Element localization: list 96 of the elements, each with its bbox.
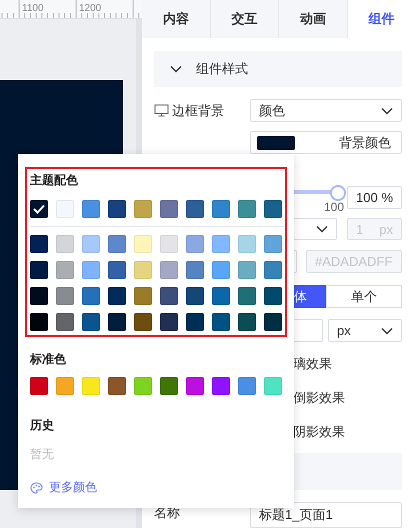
color-swatch[interactable] xyxy=(56,200,74,218)
chevron-down-icon xyxy=(381,326,393,334)
effect-label: 阴影效果 xyxy=(293,423,345,441)
color-swatch[interactable] xyxy=(238,235,256,253)
opacity-slider[interactable] xyxy=(293,184,346,200)
picker-heading: 历史 xyxy=(30,417,55,433)
color-swatch[interactable] xyxy=(160,287,178,305)
slider-value: 100 xyxy=(324,200,344,214)
segment-option[interactable]: 体 xyxy=(293,285,326,308)
panel-tab[interactable]: 内容 xyxy=(142,0,210,38)
color-swatch[interactable] xyxy=(160,200,178,218)
color-swatch[interactable] xyxy=(56,377,74,395)
color-swatch[interactable] xyxy=(108,261,126,279)
monitor-icon xyxy=(154,104,169,117)
color-swatch[interactable] xyxy=(212,313,230,331)
color-swatch[interactable] xyxy=(82,313,100,331)
color-swatch[interactable] xyxy=(264,377,282,395)
color-swatch[interactable] xyxy=(134,235,152,253)
color-swatch[interactable] xyxy=(56,287,74,305)
name-input[interactable]: 标题1_页面1 xyxy=(250,502,402,528)
panel-tab[interactable]: 组件 xyxy=(348,0,415,38)
unit-select[interactable]: px xyxy=(328,319,402,342)
color-swatch[interactable] xyxy=(264,313,282,331)
color-swatch[interactable] xyxy=(160,261,178,279)
check-icon xyxy=(33,204,45,214)
effect-label: 倒影效果 xyxy=(293,389,345,407)
size-input[interactable] xyxy=(293,319,323,342)
opacity-input[interactable]: 100 % xyxy=(347,186,402,209)
panel-tab[interactable]: 交互 xyxy=(210,0,279,38)
slider-thumb[interactable] xyxy=(330,185,346,201)
color-swatch[interactable] xyxy=(82,235,100,253)
color-swatch[interactable] xyxy=(108,235,126,253)
color-swatch[interactable] xyxy=(82,287,100,305)
color-swatch[interactable] xyxy=(108,287,126,305)
color-swatch[interactable] xyxy=(264,235,282,253)
color-swatch[interactable] xyxy=(238,200,256,218)
color-swatch[interactable] xyxy=(186,200,204,218)
color-swatch[interactable] xyxy=(82,377,100,395)
color-swatch[interactable] xyxy=(56,261,74,279)
color-swatch[interactable] xyxy=(82,261,100,279)
color-swatch[interactable] xyxy=(186,235,204,253)
color-swatch[interactable] xyxy=(30,287,48,305)
palette-icon xyxy=(30,482,43,494)
color-swatch[interactable] xyxy=(212,377,230,395)
color-swatch[interactable] xyxy=(82,200,100,218)
color-swatch[interactable] xyxy=(108,313,126,331)
color-swatch[interactable] xyxy=(30,377,48,395)
color-swatch[interactable] xyxy=(238,377,256,395)
more-colors-link[interactable]: 更多颜色 xyxy=(30,479,287,496)
color-swatch[interactable] xyxy=(108,200,126,218)
color-swatch[interactable] xyxy=(212,200,230,218)
color-swatch[interactable] xyxy=(56,235,74,253)
effect-label: 璃效果 xyxy=(293,355,332,373)
color-swatch[interactable] xyxy=(186,287,204,305)
color-swatch[interactable] xyxy=(186,377,204,395)
color-swatch[interactable] xyxy=(30,235,48,253)
color-swatch[interactable] xyxy=(134,200,152,218)
ruler-label: 1200 xyxy=(79,3,102,14)
chevron-down-icon xyxy=(316,225,328,233)
chevron-down-icon xyxy=(381,106,393,114)
color-swatch[interactable] xyxy=(238,313,256,331)
color-swatch[interactable] xyxy=(238,287,256,305)
color-swatch[interactable] xyxy=(212,235,230,253)
color-swatch[interactable] xyxy=(186,313,204,331)
color-swatch[interactable] xyxy=(212,261,230,279)
background-type-select[interactable]: 颜色 xyxy=(250,99,402,122)
color-swatch[interactable] xyxy=(134,377,152,395)
border-style-select[interactable] xyxy=(293,218,337,240)
color-swatch[interactable] xyxy=(186,261,204,279)
color-swatch[interactable] xyxy=(160,235,178,253)
color-swatch[interactable] xyxy=(160,377,178,395)
color-swatch[interactable] xyxy=(264,261,282,279)
color-swatch[interactable] xyxy=(134,261,152,279)
color-swatch[interactable] xyxy=(30,261,48,279)
color-swatch[interactable] xyxy=(56,313,74,331)
color-swatch[interactable] xyxy=(238,261,256,279)
color-swatch[interactable] xyxy=(212,287,230,305)
section-header[interactable]: 组件样式 xyxy=(154,51,402,87)
color-swatch[interactable] xyxy=(160,313,178,331)
color-swatch[interactable] xyxy=(30,313,48,331)
empty-history-text: 暂无 xyxy=(30,446,55,463)
color-swatch[interactable] xyxy=(30,200,48,218)
color-swatch[interactable] xyxy=(264,200,282,218)
color-swatch[interactable] xyxy=(134,287,152,305)
ruler-label: 1100 xyxy=(22,3,44,14)
color-swatch[interactable] xyxy=(134,313,152,331)
picker-heading: 标准色 xyxy=(30,351,67,367)
field-label: 边框背景 xyxy=(172,102,224,120)
picker-heading: 主题配色 xyxy=(30,172,79,188)
color-swatch[interactable] xyxy=(264,287,282,305)
chevron-down-icon xyxy=(170,65,182,73)
section-title: 组件样式 xyxy=(196,60,248,78)
segment-option[interactable]: 单个 xyxy=(326,285,402,308)
background-color-button[interactable]: 背景颜色 xyxy=(250,131,402,154)
color-swatch[interactable] xyxy=(108,377,126,395)
field-label: 名称 xyxy=(154,504,180,522)
